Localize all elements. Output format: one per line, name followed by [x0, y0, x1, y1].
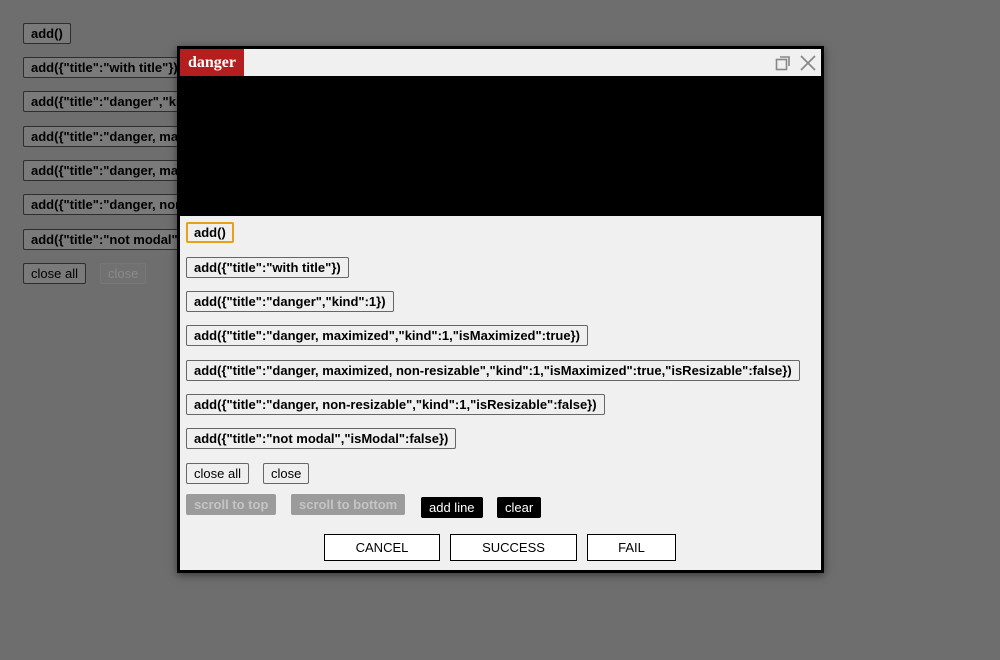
success-button[interactable]: SUCCESS	[450, 534, 577, 561]
clear-button[interactable]: clear	[497, 497, 542, 518]
bg-close-button: close	[100, 263, 147, 284]
fail-button[interactable]: FAIL	[587, 534, 676, 561]
add-not-modal-button[interactable]: add({"title":"not modal","isModal":false…	[186, 428, 457, 449]
cancel-button[interactable]: CANCEL	[324, 534, 440, 561]
close-all-button[interactable]: close all	[186, 463, 249, 484]
bg-add-with-title-button: add({"title":"with title"})	[23, 57, 186, 78]
modal-titlebar[interactable]: danger	[180, 49, 821, 76]
add-danger-maximized-nonresizable-button[interactable]: add({"title":"danger, maximized, non-res…	[186, 360, 800, 381]
scroll-to-top-button[interactable]: scroll to top	[186, 494, 277, 515]
add-with-title-button[interactable]: add({"title":"with title"})	[186, 257, 349, 278]
scroll-to-bottom-button[interactable]: scroll to bottom	[291, 494, 406, 515]
modal-content-area	[180, 76, 821, 216]
add-danger-button[interactable]: add({"title":"danger","kind":1})	[186, 291, 394, 312]
add-line-button[interactable]: add line	[421, 497, 483, 518]
close-icon[interactable]	[799, 54, 817, 72]
modal-dialog: danger add() add({"title":"with title"})…	[177, 46, 824, 573]
add-danger-maximized-button[interactable]: add({"title":"danger, maximized","kind":…	[186, 325, 588, 346]
add-button[interactable]: add()	[186, 222, 234, 243]
add-danger-nonresizable-button[interactable]: add({"title":"danger, non-resizable","ki…	[186, 394, 605, 415]
maximize-icon[interactable]	[774, 54, 792, 72]
close-button[interactable]: close	[263, 463, 310, 484]
bg-close-all-button: close all	[23, 263, 86, 284]
bg-add-button: add()	[23, 23, 71, 44]
modal-title: danger	[180, 49, 244, 76]
